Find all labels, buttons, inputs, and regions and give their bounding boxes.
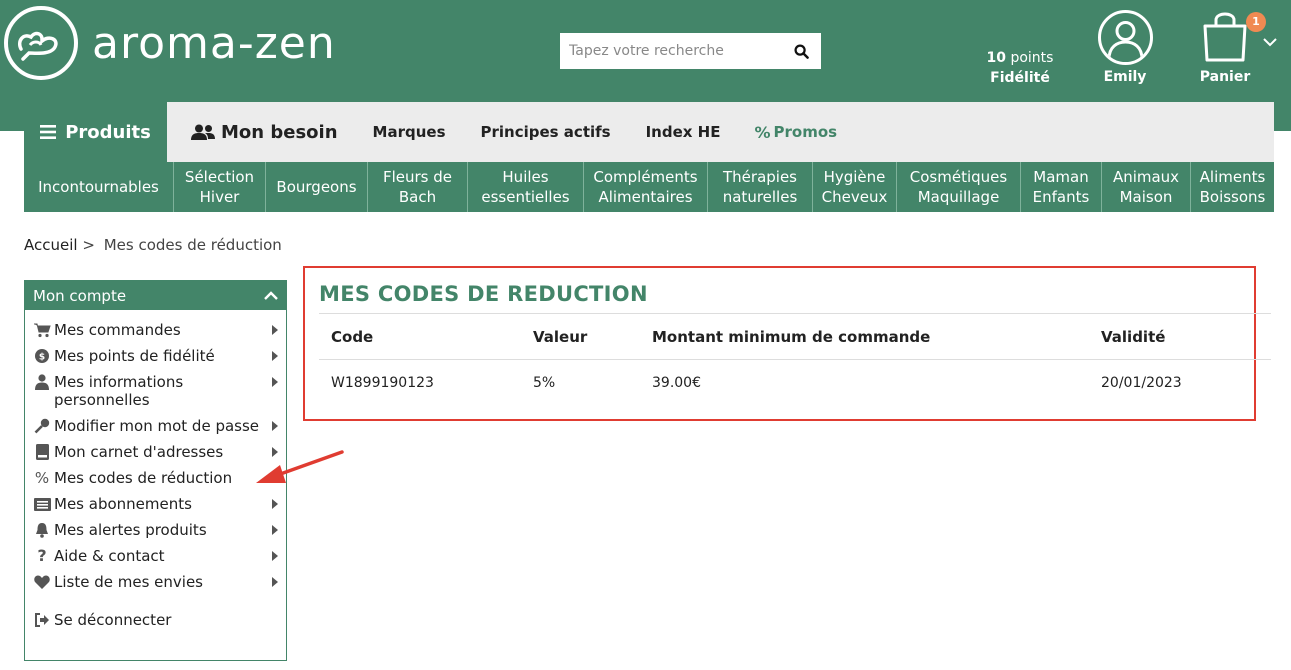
cart-icon xyxy=(33,321,51,339)
sidebar-item-commandes[interactable]: Mes commandes xyxy=(25,321,286,347)
sidebar-header[interactable]: Mon compte xyxy=(25,281,286,310)
category-aliments-boissons[interactable]: Aliments Boissons xyxy=(1191,162,1274,212)
chevron-down-icon xyxy=(1263,38,1277,47)
nav-index-he[interactable]: Index HE xyxy=(646,123,721,141)
category-complements-alimentaires[interactable]: Compléments Alimentaires xyxy=(584,162,708,212)
logout-icon xyxy=(33,611,51,629)
sidebar-item-liste-envies[interactable]: Liste de mes envies xyxy=(25,573,286,599)
annotation-arrow-icon xyxy=(256,450,344,483)
main-nav: Produits Mon besoin Marques Principes ac… xyxy=(24,102,1274,162)
category-maman-enfants[interactable]: Maman Enfants xyxy=(1021,162,1102,212)
breadcrumb-separator: > xyxy=(82,236,95,254)
percent-icon: % xyxy=(34,469,50,487)
hamburger-icon xyxy=(40,125,57,139)
sidebar-item-mot-de-passe[interactable]: Modifier mon mot de passe xyxy=(25,417,286,443)
account-sidebar: Mon compte Mes commandes $ Mes points de… xyxy=(24,280,287,661)
category-bourgeons[interactable]: Bourgeons xyxy=(266,162,368,212)
nav-besoin-label: Mon besoin xyxy=(221,121,338,143)
subscription-icon xyxy=(33,495,51,513)
cell-validite: 20/01/2023 xyxy=(1101,374,1182,391)
breadcrumb-home[interactable]: Accueil xyxy=(24,236,78,254)
question-icon: ? xyxy=(37,546,47,565)
nav-promos-label: Promos xyxy=(773,123,838,141)
cell-code: W1899190123 xyxy=(331,374,434,391)
breadcrumb: Accueil > Mes codes de réduction xyxy=(24,236,282,254)
category-animaux-maison[interactable]: Animaux Maison xyxy=(1102,162,1191,212)
category-incontournables[interactable]: Incontournables xyxy=(24,162,174,212)
shopping-bag-icon xyxy=(1203,12,1247,62)
cell-valeur: 5% xyxy=(533,374,556,391)
svg-text:$: $ xyxy=(39,353,45,363)
category-bar: Incontournables Sélection Hiver Bourgeons… xyxy=(24,162,1274,212)
nav-marques[interactable]: Marques xyxy=(373,123,446,141)
search-input[interactable] xyxy=(560,33,781,69)
cart-button[interactable]: 1 Panier xyxy=(1190,8,1277,85)
heart-icon xyxy=(33,573,51,591)
sidebar-title: Mon compte xyxy=(33,286,127,305)
loyalty-icon: $ xyxy=(33,347,51,365)
search-button[interactable] xyxy=(781,33,821,69)
column-valeur: Valeur xyxy=(521,313,640,360)
address-book-icon xyxy=(33,443,51,461)
discount-codes-table: Code Valeur Montant minimum de commande … xyxy=(319,313,1271,406)
table-row: W1899190123 5% 39.00€ 20/01/2023 xyxy=(319,360,1271,406)
sidebar-item-alertes[interactable]: Mes alertes produits xyxy=(25,521,286,547)
logo-emblem-icon xyxy=(4,6,78,80)
chevron-up-icon xyxy=(264,291,278,300)
sidebar-item-abonnements[interactable]: Mes abonnements xyxy=(25,495,286,521)
loyalty-label: Fidélité xyxy=(990,70,1050,86)
page-title: MES CODES DE REDUCTION xyxy=(319,282,648,306)
user-icon xyxy=(33,373,51,391)
points-word: points xyxy=(1010,50,1054,66)
sidebar-item-carnet-adresses[interactable]: Mon carnet d'adresses xyxy=(25,443,286,469)
column-montant-minimum: Montant minimum de commande xyxy=(640,313,1089,360)
percent-icon: % xyxy=(754,122,771,142)
brand-name: aroma-zen xyxy=(92,17,336,69)
search-bar xyxy=(560,33,821,69)
category-cosmetiques-maquillage[interactable]: Cosmétiques Maquillage xyxy=(897,162,1021,212)
users-icon xyxy=(191,124,215,140)
sidebar-item-informations[interactable]: Mes informations personnelles xyxy=(25,373,286,417)
table-header-row: Code Valeur Montant minimum de commande … xyxy=(319,313,1271,360)
category-fleurs-de-bach[interactable]: Fleurs de Bach xyxy=(368,162,468,212)
discount-codes-panel: MES CODES DE REDUCTION Code Valeur Monta… xyxy=(303,266,1271,421)
search-icon xyxy=(793,43,809,59)
cell-montant: 39.00€ xyxy=(652,374,701,391)
loyalty-points[interactable]: 10 points Fidélité xyxy=(970,48,1070,88)
breadcrumb-current: Mes codes de réduction xyxy=(103,236,282,254)
category-therapies-naturelles[interactable]: Thérapies naturelles xyxy=(708,162,813,212)
sidebar-item-aide-contact[interactable]: ? Aide & contact xyxy=(25,547,286,573)
sidebar-item-points-fidelite[interactable]: $ Mes points de fidélité xyxy=(25,347,286,373)
account-button[interactable]: Emily xyxy=(1090,10,1160,85)
column-code: Code xyxy=(319,313,521,360)
category-hygiene-cheveux[interactable]: Hygiène Cheveux xyxy=(813,162,897,212)
nav-products-label: Produits xyxy=(65,121,151,143)
user-avatar-icon xyxy=(1097,10,1153,65)
sidebar-item-codes-reduction[interactable]: % Mes codes de réduction xyxy=(25,469,286,495)
category-huiles-essentielles[interactable]: Huiles essentielles xyxy=(468,162,584,212)
column-validite: Validité xyxy=(1089,313,1271,360)
category-selection-hiver[interactable]: Sélection Hiver xyxy=(174,162,266,212)
account-label: Emily xyxy=(1103,69,1147,85)
logout-link[interactable]: Se déconnecter xyxy=(25,611,286,637)
key-icon xyxy=(33,417,51,435)
brand-logo[interactable]: aroma-zen xyxy=(4,6,336,80)
cart-count-badge: 1 xyxy=(1246,12,1266,32)
points-number: 10 xyxy=(986,50,1007,66)
nav-principes-actifs[interactable]: Principes actifs xyxy=(481,123,611,141)
bell-icon xyxy=(33,521,51,539)
nav-mon-besoin[interactable]: Mon besoin xyxy=(191,122,338,143)
nav-products[interactable]: Produits xyxy=(24,102,167,162)
cart-label: Panier xyxy=(1199,69,1251,85)
nav-promos[interactable]: % Promos xyxy=(754,123,837,142)
